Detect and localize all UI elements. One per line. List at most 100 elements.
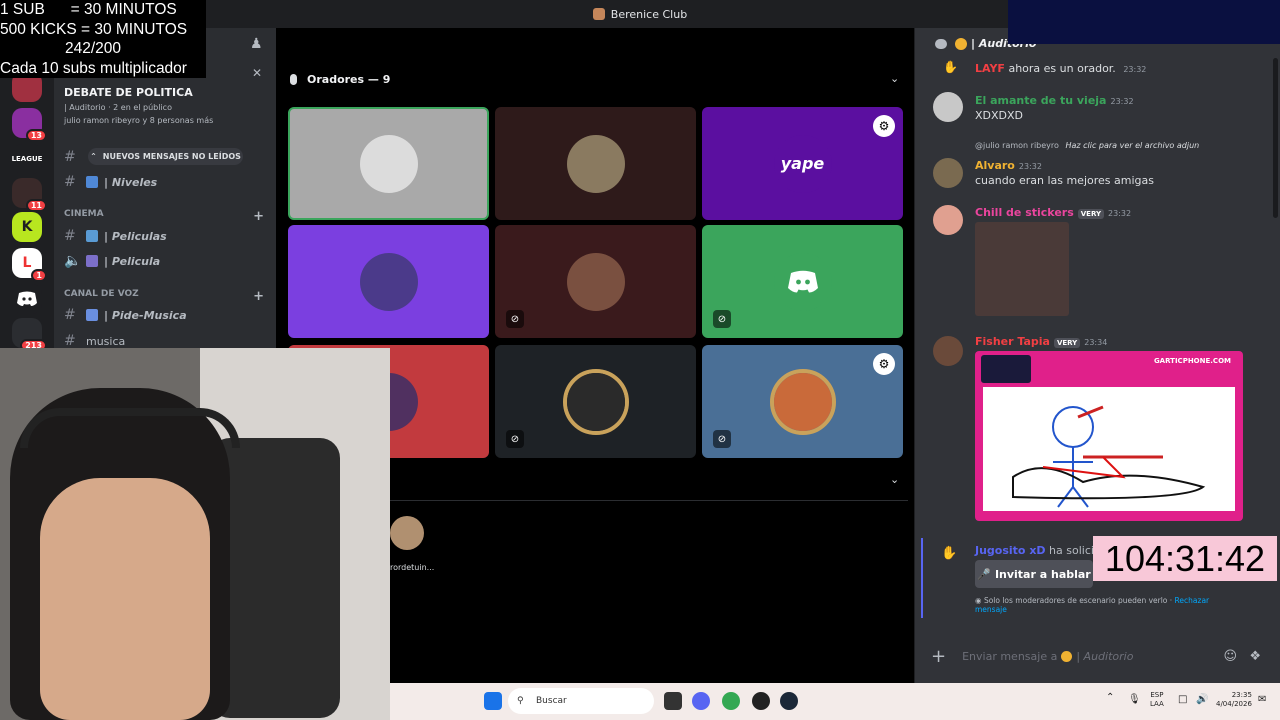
server-icon-2[interactable]: 13 [12,108,47,142]
input-channel: | Auditorio [1076,649,1134,663]
username[interactable]: Jugosito xD [975,544,1046,557]
hash-icon: # [64,307,76,323]
windows-start-icon[interactable] [484,692,502,710]
timestamp: 23:32 [1018,162,1042,171]
volume-icon[interactable]: 🔊 [1196,695,1208,705]
username[interactable]: Chill de stickers [975,206,1074,219]
discord-icon [773,252,832,311]
emoji-picker-icon[interactable]: ☺ [1223,649,1237,664]
invite-label: Invitar a hablar [994,567,1091,581]
unread-messages-pill[interactable]: ⌃ NUEVOS MENSAJES NO LEÍDOS [88,148,243,165]
network-icon[interactable]: □ [1178,695,1187,705]
add-friend-icon[interactable]: ♟ [250,36,263,52]
server-icon [592,8,605,20]
scrollbar[interactable] [1273,58,1278,218]
sidebar-item-niveles[interactable]: # | Niveles [64,174,264,190]
close-icon[interactable]: ✕ [252,66,262,80]
plus-icon[interactable]: + [253,289,264,304]
lang-top: ESP [1150,691,1164,699]
speaker-tile[interactable]: yape ⚙ [702,107,903,220]
username[interactable]: Alvaro [975,159,1015,172]
chrome-icon[interactable] [722,692,740,710]
image-attachment[interactable]: GARTICPHONE.COM [975,351,1243,521]
clock[interactable]: 23:35 4/04/2026 [1216,691,1252,709]
eye-icon: ◉ [975,596,984,605]
lang-bottom: LAA [1150,700,1164,708]
channel-label: musica [86,334,126,348]
moderator-icon: ⚙ [873,115,895,137]
speaker-tile[interactable] [288,225,489,338]
chat-message: Fisher Tapia VERY 23:34 [975,335,1265,348]
obs-icon[interactable] [752,692,770,710]
username[interactable]: Fisher Tapia [975,335,1050,348]
sticker-image[interactable] [975,222,1069,316]
mic-tray-icon[interactable]: 🎙 [1128,695,1141,705]
sidebar-item-pide-musica[interactable]: # | Pide-Musica [64,307,264,323]
server-icon-4[interactable]: 11 [12,178,47,212]
server-icon-8[interactable]: 213 [12,318,47,352]
username[interactable]: LAYF [975,62,1005,75]
tray-chevron-icon[interactable]: ⌃ [1106,693,1114,703]
avatar [359,252,418,311]
avatar [773,372,832,431]
server-badge: 13 [25,129,47,142]
mic-muted-icon: ⊘ [506,430,524,448]
avatar[interactable] [933,205,963,235]
search-icon: ⚲ [517,696,524,706]
avatar[interactable] [933,92,963,122]
message-text: ahora es un orador. [1008,62,1116,75]
avatar[interactable] [933,158,963,188]
image-caption: GARTICPHONE.COM [1153,357,1231,365]
speaker-tile[interactable]: ⊘ [702,225,903,338]
server-icon-6[interactable]: L 1 [12,248,47,282]
steam-icon[interactable] [780,692,798,710]
category-cinema[interactable]: CINEMA + [64,209,264,224]
speaker-tile[interactable] [495,107,696,220]
speaker-tile[interactable]: ⊘ [495,345,696,458]
server-badge: 11 [25,199,47,212]
invite-to-speak-button[interactable]: 🎤 Invitar a hablar [975,560,1093,588]
plus-icon[interactable]: + [253,209,264,224]
chevron-up-icon: ⌃ [90,152,97,161]
server-icon-3[interactable]: LEAGUE [12,144,42,174]
taskbar-search[interactable]: ⚲ Buscar [508,688,654,714]
avatar[interactable] [933,336,963,366]
task-view-icon[interactable] [664,692,682,710]
sidebar-item-peliculas[interactable]: # | Peliculas [64,228,264,244]
speaker-tile[interactable] [288,107,489,220]
plus-icon[interactable]: + [931,646,946,667]
speakers-header[interactable]: Oradores — 9 [290,73,390,86]
overlay-line: 242/200 [65,40,122,57]
overlay-line: 500 KICKS = 30 MINUTOS [0,20,188,38]
gartic-logo [981,355,1031,383]
channel-people: julio ramon ribeyro y 8 personas más [64,116,214,125]
speakers-label: Oradores — 9 [307,73,391,86]
speaker-tile[interactable]: ⊘ [495,225,696,338]
notification-icon[interactable]: ✉ [1258,695,1266,705]
audience-avatar[interactable] [390,516,424,550]
discord-icon [17,291,37,306]
username[interactable]: El amante de tu vieja [975,94,1106,107]
sidebar-item-pelicula[interactable]: 🔈 | Pelicula [64,253,264,269]
discord-taskbar-icon[interactable] [692,692,710,710]
clock-time: 23:35 [1231,691,1252,699]
chevron-down-icon[interactable]: ⌄ [890,72,899,85]
message-input[interactable]: + Enviar mensaje a | Auditorio ☺ ❖ [931,642,1265,670]
category-canal-de-voz[interactable]: CANAL DE VOZ + [64,289,264,304]
chevron-down-icon[interactable]: ⌄ [890,473,899,486]
speaker-tile[interactable]: ⚙ ⊘ [702,345,903,458]
discord-server-icon[interactable] [12,284,42,314]
apps-icon[interactable]: ❖ [1249,649,1261,664]
overlay-line: 1 SUB = 30 MINUTOS [0,1,177,18]
webcam-feed [0,348,390,720]
reply-preview[interactable]: @julio ramon ribeyro Haz clic para ver e… [975,141,1265,150]
kick-server-icon[interactable]: K [12,212,42,242]
chat-message: El amante de tu vieja 23:32 XDXDXD [975,94,1265,122]
sidebar-item-musica[interactable]: # musica [64,333,264,349]
category-label: CANAL DE VOZ [64,289,139,299]
moderator-note: ◉ Solo los moderadores de escenario pued… [975,596,1225,614]
reply-user: @julio ramon ribeyro [975,141,1059,150]
mic-muted-icon: ⊘ [506,310,524,328]
speaker-icon: 🔈 [64,253,82,269]
language-indicator[interactable]: ESP LAA [1150,691,1164,709]
